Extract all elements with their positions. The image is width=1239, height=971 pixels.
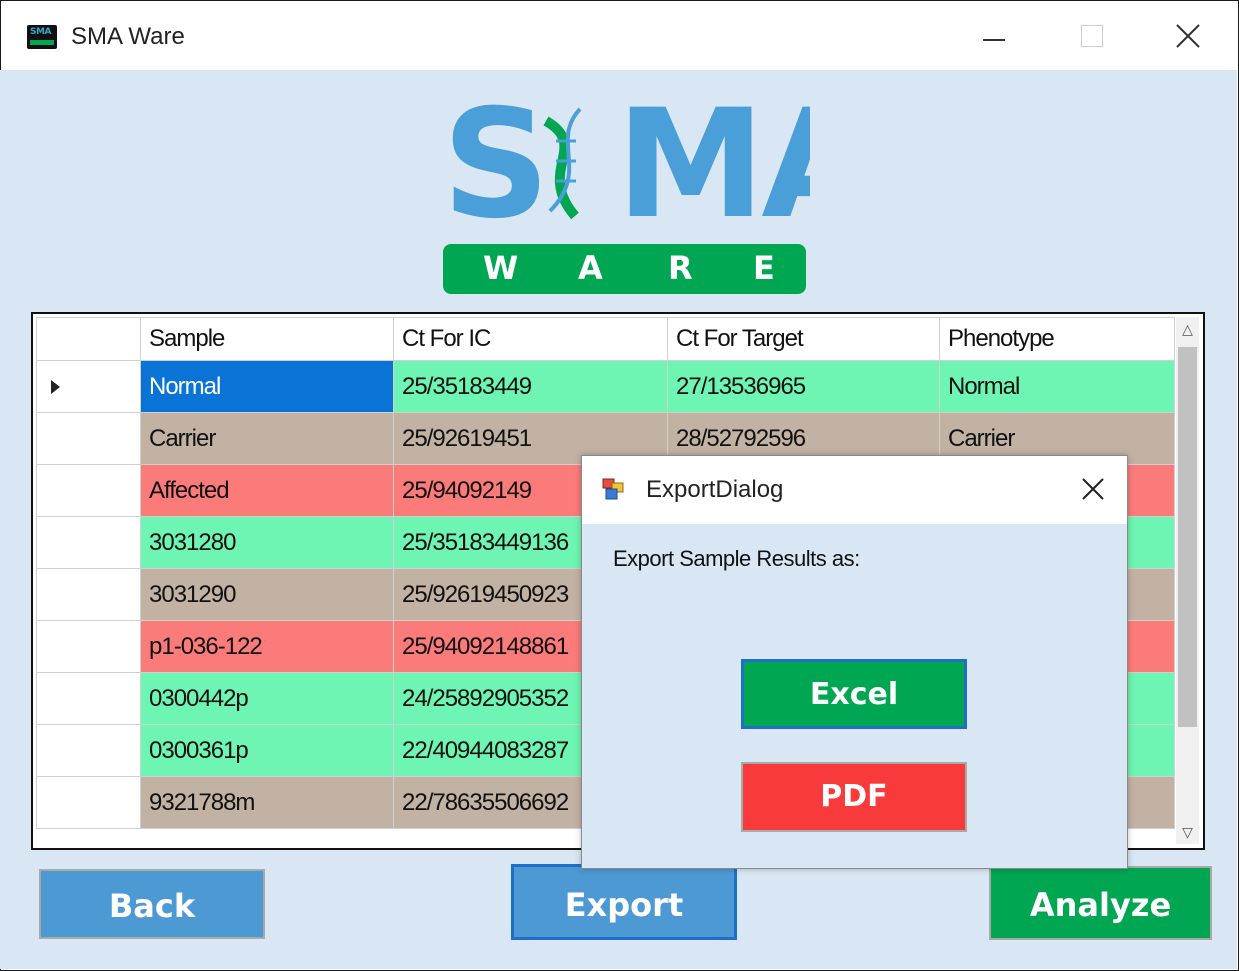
cell-sample[interactable]: Normal [140,360,394,413]
app-icon-text: SMA [30,27,51,37]
cell-sample[interactable]: Affected [140,464,394,517]
export-prompt-label: Export Sample Results as: [613,546,860,571]
cell-sample[interactable]: 3031280 [140,516,394,569]
cell-ct-ic[interactable]: 25/35183449 [393,360,668,413]
export-pdf-button[interactable]: PDF [741,762,967,832]
row-header[interactable] [36,464,141,517]
cell-sample[interactable]: 0300442p [140,672,394,725]
ware-letter: W [483,249,519,287]
row-header[interactable] [36,620,141,673]
close-icon [1082,478,1104,500]
current-row-arrow-icon [51,379,60,394]
cell-phenotype[interactable]: Normal [939,360,1175,413]
ware-letter: A [578,249,603,287]
export-button[interactable]: Export [511,864,737,940]
row-header[interactable] [36,360,141,413]
vertical-scrollbar[interactable]: △ ▽ [1176,317,1199,844]
column-header-ct-ic[interactable]: Ct For IC [393,317,668,361]
ware-letter: R [668,249,693,287]
column-header-phenotype[interactable]: Phenotype [939,317,1175,361]
ware-banner: W A R E [443,244,806,294]
dialog-title-bar[interactable]: ExportDialog [582,456,1127,524]
back-button[interactable]: Back [39,869,265,939]
table-row[interactable]: Normal 25/35183449 27/13536965 Normal [36,360,1175,413]
ware-letter: E [753,249,775,287]
cell-ct-target[interactable]: 27/13536965 [667,360,940,413]
title-bar[interactable]: SMA SMA Ware [1,1,1238,71]
scroll-up-icon[interactable]: △ [1176,317,1199,341]
export-excel-button[interactable]: Excel [741,659,967,729]
analyze-button[interactable]: Analyze [989,866,1212,940]
header-row: Sample Ct For IC Ct For Target Phenotype [36,317,1175,361]
sma-ware-app-icon: SMA [27,25,57,49]
export-dialog: ExportDialog Export Sample Results as: E… [581,455,1128,869]
row-header[interactable] [36,724,141,777]
row-header[interactable] [36,672,141,725]
maximize-icon [1081,25,1103,47]
svg-text:S: S [442,101,544,221]
row-header[interactable] [36,516,141,569]
row-header[interactable] [36,568,141,621]
minimize-icon [983,39,1005,41]
close-window-button[interactable] [1163,15,1213,59]
dialog-title: ExportDialog [646,476,784,503]
maximize-button[interactable] [1069,15,1119,59]
scroll-thumb[interactable] [1178,347,1197,727]
row-header-corner[interactable] [36,317,141,361]
row-header[interactable] [36,412,141,465]
minimize-button[interactable] [971,15,1021,59]
svg-text:MA: MA [616,101,810,221]
cell-sample[interactable]: p1-036-122 [140,620,394,673]
sma-logo-word: S MA [442,101,810,221]
cell-sample[interactable]: 3031290 [140,568,394,621]
close-icon [1176,24,1200,48]
cell-sample[interactable]: 0300361p [140,724,394,777]
cell-sample[interactable]: Carrier [140,412,394,465]
scroll-down-icon[interactable]: ▽ [1176,820,1199,844]
column-header-sample[interactable]: Sample [140,317,394,361]
column-header-ct-target[interactable]: Ct For Target [667,317,940,361]
row-header[interactable] [36,776,141,829]
window-title: SMA Ware [71,23,185,50]
dialog-form-icon [602,478,624,500]
dna-helix-icon [543,107,582,220]
cell-sample[interactable]: 9321788m [140,776,394,829]
dialog-close-button[interactable] [1076,472,1110,506]
